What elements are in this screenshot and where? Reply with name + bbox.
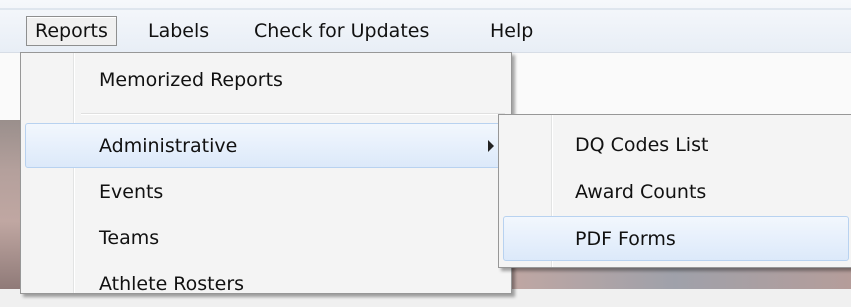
menu-bar: Reports Labels Check for Updates Help: [0, 0, 851, 53]
menu-bar-divider: [0, 8, 851, 10]
menu-item-dq-codes-list[interactable]: DQ Codes List: [503, 123, 849, 168]
menu-help-label: Help: [490, 20, 534, 42]
reports-menu: Memorized Reports Administrative Events …: [20, 52, 512, 295]
menu-reports[interactable]: Reports: [26, 16, 117, 46]
menu-item-memorized-reports[interactable]: Memorized Reports: [25, 58, 505, 103]
menu-check-for-updates[interactable]: Check for Updates: [246, 16, 437, 46]
menu-help[interactable]: Help: [482, 16, 541, 46]
background-image-strip: [0, 120, 22, 289]
menu-item-athlete-rosters[interactable]: Athlete Rosters: [25, 262, 505, 307]
menu-check-for-updates-label: Check for Updates: [254, 20, 430, 42]
menu-item-teams-label: Teams: [99, 227, 160, 249]
menu-item-pdf-forms-label: PDF Forms: [575, 228, 676, 250]
menu-item-memorized-reports-label: Memorized Reports: [99, 69, 283, 91]
menu-labels[interactable]: Labels: [140, 16, 217, 46]
menu-item-administrative-label: Administrative: [99, 135, 238, 157]
menu-item-dq-codes-list-label: DQ Codes List: [575, 134, 709, 156]
menu-item-events[interactable]: Events: [25, 170, 505, 215]
menu-item-athlete-rosters-label: Athlete Rosters: [99, 273, 245, 295]
menu-item-teams[interactable]: Teams: [25, 216, 505, 261]
submenu-arrow-icon: [488, 140, 494, 152]
administrative-submenu: DQ Codes List Award Counts PDF Forms: [498, 114, 851, 268]
reports-menu-separator: [81, 113, 505, 115]
menu-labels-label: Labels: [148, 20, 210, 42]
menu-reports-label: Reports: [35, 20, 108, 42]
menu-item-award-counts[interactable]: Award Counts: [503, 170, 849, 215]
menu-item-pdf-forms[interactable]: PDF Forms: [503, 216, 849, 261]
menu-item-events-label: Events: [99, 181, 164, 203]
menu-item-award-counts-label: Award Counts: [575, 181, 707, 203]
menu-item-administrative[interactable]: Administrative: [25, 123, 505, 168]
